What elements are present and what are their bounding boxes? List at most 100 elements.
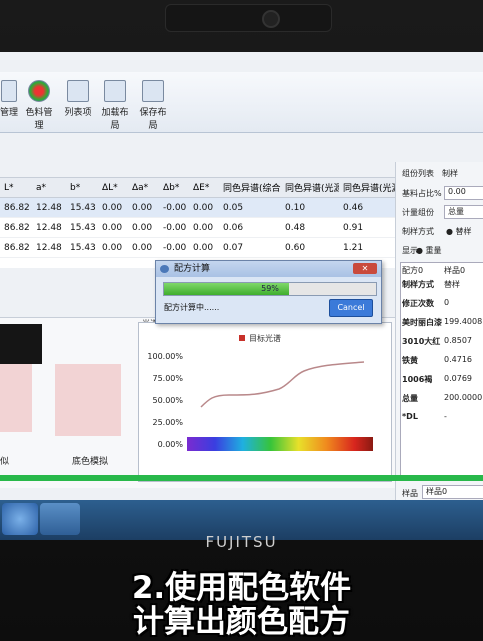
cell: 0.60 <box>285 242 306 253</box>
load-layout-button[interactable]: 加载布局 <box>98 80 132 131</box>
manage-label: 管理 <box>0 108 19 118</box>
calc-unit-value: 总量 <box>448 207 464 216</box>
laptop-screen: 管理 色料管理 列表项 加载布局 保存布局 L* a* b* ΔL* Δa* Δ… <box>0 52 483 540</box>
formula-row-value: 0.0769 <box>444 374 472 383</box>
y-tick-label: 50.00% <box>152 396 183 405</box>
formula-calc-dialog: 配方计算 ✕ 59% 配方计算中...... Cancel <box>155 260 382 324</box>
cell: 86.82 <box>4 222 30 233</box>
webcam-icon <box>262 10 280 28</box>
tab-sampling[interactable]: 制样 <box>442 168 458 179</box>
col-header[interactable]: b* <box>66 183 98 193</box>
formula-row-label: 3010大红 <box>402 337 441 346</box>
formula-row-label: 美时丽白漆 <box>402 318 442 327</box>
sample-select-value: 样品0 <box>426 487 448 496</box>
close-icon[interactable]: ✕ <box>353 263 377 274</box>
load-layout-label: 加载布局 <box>101 108 129 131</box>
method-radio[interactable]: ● 替样 <box>446 226 472 237</box>
cell: 12.48 <box>36 222 62 233</box>
brand-logo: FUJITSU <box>205 533 278 551</box>
progress-text: 59% <box>261 284 279 293</box>
left-swatch-label: 似 <box>0 457 10 467</box>
taskbar-app-icon[interactable] <box>40 503 80 535</box>
formula-row-value: 0 <box>444 298 450 307</box>
legend-label: 目标光谱 <box>249 333 281 343</box>
col-header[interactable]: L* <box>0 183 32 193</box>
save-layout-label: 保存布局 <box>139 108 167 131</box>
colorant-manage-label: 色料管理 <box>25 108 53 131</box>
tab-component-list[interactable]: 组份列表 <box>402 168 434 179</box>
col-header[interactable]: 同色异谱(光源 <box>339 181 395 194</box>
col-header[interactable]: 同色异谱(光源1) <box>281 181 339 194</box>
formula-row-value: 替样 <box>444 280 460 289</box>
sample-select[interactable]: 样品0 <box>422 485 483 499</box>
cell: 86.82 <box>4 242 30 253</box>
spectrum-svg: 目标光谱 100.00% 75.00% 50.00% 25.00% 0.00% <box>147 333 373 451</box>
formula-row-value: 0.4716 <box>444 355 472 364</box>
cell: 0.00 <box>102 222 123 233</box>
calc-unit-select[interactable]: 总量 <box>444 205 483 219</box>
color-data-grid: L* a* b* ΔL* Δa* Δb* ΔE* 同色异谱(综合) 同色异谱(光… <box>0 177 395 268</box>
formula-row-label: *DL <box>402 412 418 421</box>
load-layout-icon <box>104 80 126 102</box>
formula-col-header: 配方0 <box>402 266 424 275</box>
calc-unit-label: 计量组份 <box>402 208 434 217</box>
sample-col-header: 样品0 <box>444 266 466 275</box>
y-tick-label: 0.00% <box>158 440 184 449</box>
cell: 0.00 <box>132 202 153 213</box>
col-header[interactable]: Δb* <box>159 183 189 193</box>
col-header[interactable]: Δa* <box>128 183 159 193</box>
cell: 0.91 <box>343 222 364 233</box>
cell: 0.07 <box>223 242 244 253</box>
save-layout-button[interactable]: 保存布局 <box>136 80 170 131</box>
dark-preview <box>0 324 42 364</box>
formula-row-value: - <box>444 412 447 421</box>
formula-row-label: 制样方式 <box>402 280 434 289</box>
palette-icon <box>28 80 50 102</box>
display-radio[interactable]: ● 重量 <box>416 245 442 256</box>
display-radio-label: 重量 <box>425 246 442 255</box>
visible-spectrum-bar <box>187 437 373 451</box>
y-tick-label: 75.00% <box>152 374 183 383</box>
list-icon <box>67 80 89 102</box>
table-row[interactable]: 86.82 12.48 15.43 0.00 0.00 -0.00 0.00 0… <box>0 218 395 238</box>
col-header[interactable]: 同色异谱(综合) <box>219 181 281 194</box>
cell: 15.43 <box>70 242 96 253</box>
col-header[interactable]: ΔL* <box>98 183 128 193</box>
calc-status: 配方计算中...... <box>164 303 220 312</box>
cell: 0.00 <box>193 242 214 253</box>
list-items-button[interactable]: 列表项 <box>64 80 92 118</box>
col-header[interactable]: a* <box>32 183 66 193</box>
colorant-manage-button[interactable]: 色料管理 <box>22 80 56 131</box>
manage-button[interactable]: 管理 <box>0 80 18 118</box>
method-radio-label: 替样 <box>455 227 472 236</box>
col-header[interactable]: ΔE* <box>189 183 219 193</box>
dialog-titlebar: 配方计算 ✕ <box>156 261 381 277</box>
cell: 12.48 <box>36 242 62 253</box>
y-tick-label: 25.00% <box>152 418 183 427</box>
target-spectrum-line <box>200 361 365 408</box>
cell: 0.00 <box>102 242 123 253</box>
base-ratio-field[interactable]: 0.00 <box>444 186 483 200</box>
cancel-button[interactable]: Cancel <box>329 299 373 317</box>
cell: 1.21 <box>343 242 364 253</box>
cell: -0.00 <box>163 222 187 233</box>
base-ratio-value: 0.00 <box>448 187 466 196</box>
start-button[interactable] <box>2 503 38 535</box>
caption-line-2: 计算出颜色配方 <box>133 604 350 640</box>
base-simulation-label: 底色模拟 <box>72 457 109 467</box>
save-layout-icon <box>142 80 164 102</box>
formula-table <box>400 262 483 478</box>
method-label: 制样方式 <box>402 227 434 236</box>
base-ratio-label: 基料占比% <box>402 189 442 198</box>
table-row[interactable]: 86.82 12.48 15.43 0.00 0.00 -0.00 0.00 0… <box>0 238 395 258</box>
tab-sample[interactable]: 样品 <box>402 488 418 499</box>
cell: 0.48 <box>285 222 306 233</box>
cell: 15.43 <box>70 202 96 213</box>
cell: 0.00 <box>102 202 123 213</box>
cell: -0.00 <box>163 202 187 213</box>
progress-bar: 59% <box>163 282 377 296</box>
table-row[interactable]: 86.82 12.48 15.43 0.00 0.00 -0.00 0.00 0… <box>0 198 395 218</box>
formula-panel: 组份列表 制样 基料占比% 0.00 计量组份 总量 制样方式 ● 替样 显示 … <box>395 162 483 522</box>
cell: 0.06 <box>223 222 244 233</box>
cell: 86.82 <box>4 202 30 213</box>
